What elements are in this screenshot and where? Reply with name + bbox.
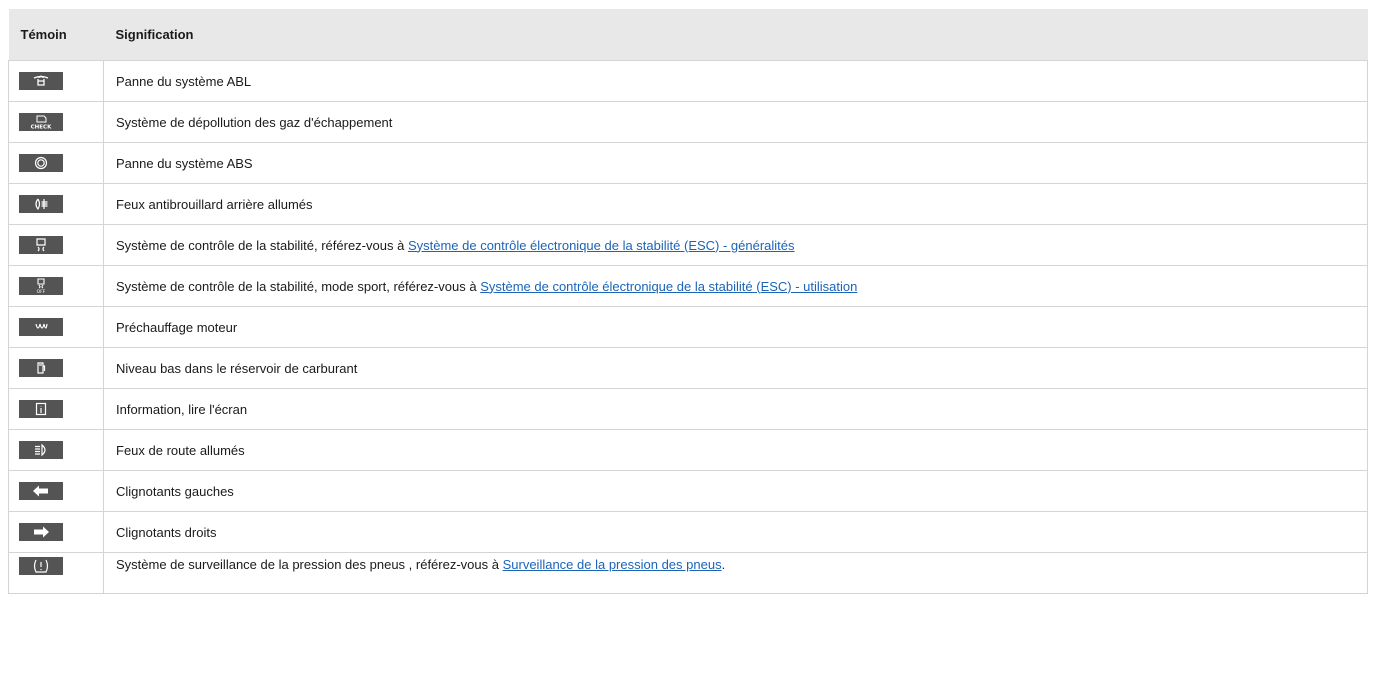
- stability-control-icon: [19, 236, 63, 254]
- esc-generalites-link[interactable]: Système de contrôle électronique de la s…: [408, 238, 795, 253]
- row-text: Panne du système ABS: [116, 155, 253, 171]
- table-row: Clignotants droits: [8, 511, 1368, 553]
- fuel-pump-icon: [19, 359, 63, 377]
- glow-plug-icon: [19, 318, 63, 336]
- table-row: Panne du système ABL: [8, 60, 1368, 102]
- table-row: Feux de route allumés: [8, 429, 1368, 471]
- table-row: OFF Système de contrôle de la stabilité,…: [8, 265, 1368, 307]
- table-row: Panne du système ABS: [8, 142, 1368, 184]
- header-signification: Signification: [103, 9, 1368, 61]
- svg-text:CHECK: CHECK: [31, 125, 52, 131]
- tire-pressure-icon: [19, 557, 63, 575]
- right-arrow-icon: [19, 523, 63, 541]
- high-beam-icon: [19, 441, 63, 459]
- information-icon: [19, 400, 63, 418]
- tire-pressure-link[interactable]: Surveillance de la pression des pneus: [503, 557, 722, 572]
- row-text: Clignotants droits: [116, 524, 217, 540]
- row-text: Clignotants gauches: [116, 483, 234, 499]
- row-text: Feux antibrouillard arrière allumés: [116, 196, 313, 212]
- row-text: Système de surveillance de la pression d…: [116, 557, 503, 572]
- abs-icon: [19, 154, 63, 172]
- warning-lights-table: Témoin Signification Panne du système AB…: [8, 9, 1368, 594]
- header-temoin: Témoin: [8, 9, 104, 61]
- esc-utilisation-link[interactable]: Système de contrôle électronique de la s…: [480, 279, 857, 294]
- engine-check-icon: CHECK: [19, 113, 63, 131]
- row-text-suffix: .: [721, 557, 726, 572]
- row-text: Préchauffage moteur: [116, 319, 238, 335]
- stability-control-off-icon: OFF: [19, 277, 63, 295]
- table-row: CHECK Système de dépollution des gaz d'é…: [8, 101, 1368, 143]
- svg-text:OFF: OFF: [37, 289, 46, 294]
- table-row: Feux antibrouillard arrière allumés: [8, 183, 1368, 225]
- left-arrow-icon: [19, 482, 63, 500]
- table-header-row: Témoin Signification: [8, 9, 1368, 61]
- rear-fog-light-icon: [19, 195, 63, 213]
- table-row: Information, lire l'écran: [8, 388, 1368, 430]
- table-row: Niveau bas dans le réservoir de carburan…: [8, 347, 1368, 389]
- table-row: Système de surveillance de la pression d…: [8, 552, 1368, 594]
- row-text: Système de contrôle de la stabilité, réf…: [116, 237, 408, 253]
- row-text: Niveau bas dans le réservoir de carburan…: [116, 360, 358, 376]
- row-text: Système de contrôle de la stabilité, mod…: [116, 278, 481, 294]
- abl-lamp-fault-icon: [19, 72, 63, 90]
- row-text: Feux de route allumés: [116, 442, 245, 458]
- row-text: Système de dépollution des gaz d'échappe…: [116, 114, 393, 130]
- row-text: Information, lire l'écran: [116, 401, 248, 417]
- warning-lights-table-container: Témoin Signification Panne du système AB…: [8, 9, 1368, 594]
- table-row: Système de contrôle de la stabilité, réf…: [8, 224, 1368, 266]
- table-row: Clignotants gauches: [8, 470, 1368, 512]
- table-row: Préchauffage moteur: [8, 306, 1368, 348]
- row-text: Panne du système ABL: [116, 73, 252, 89]
